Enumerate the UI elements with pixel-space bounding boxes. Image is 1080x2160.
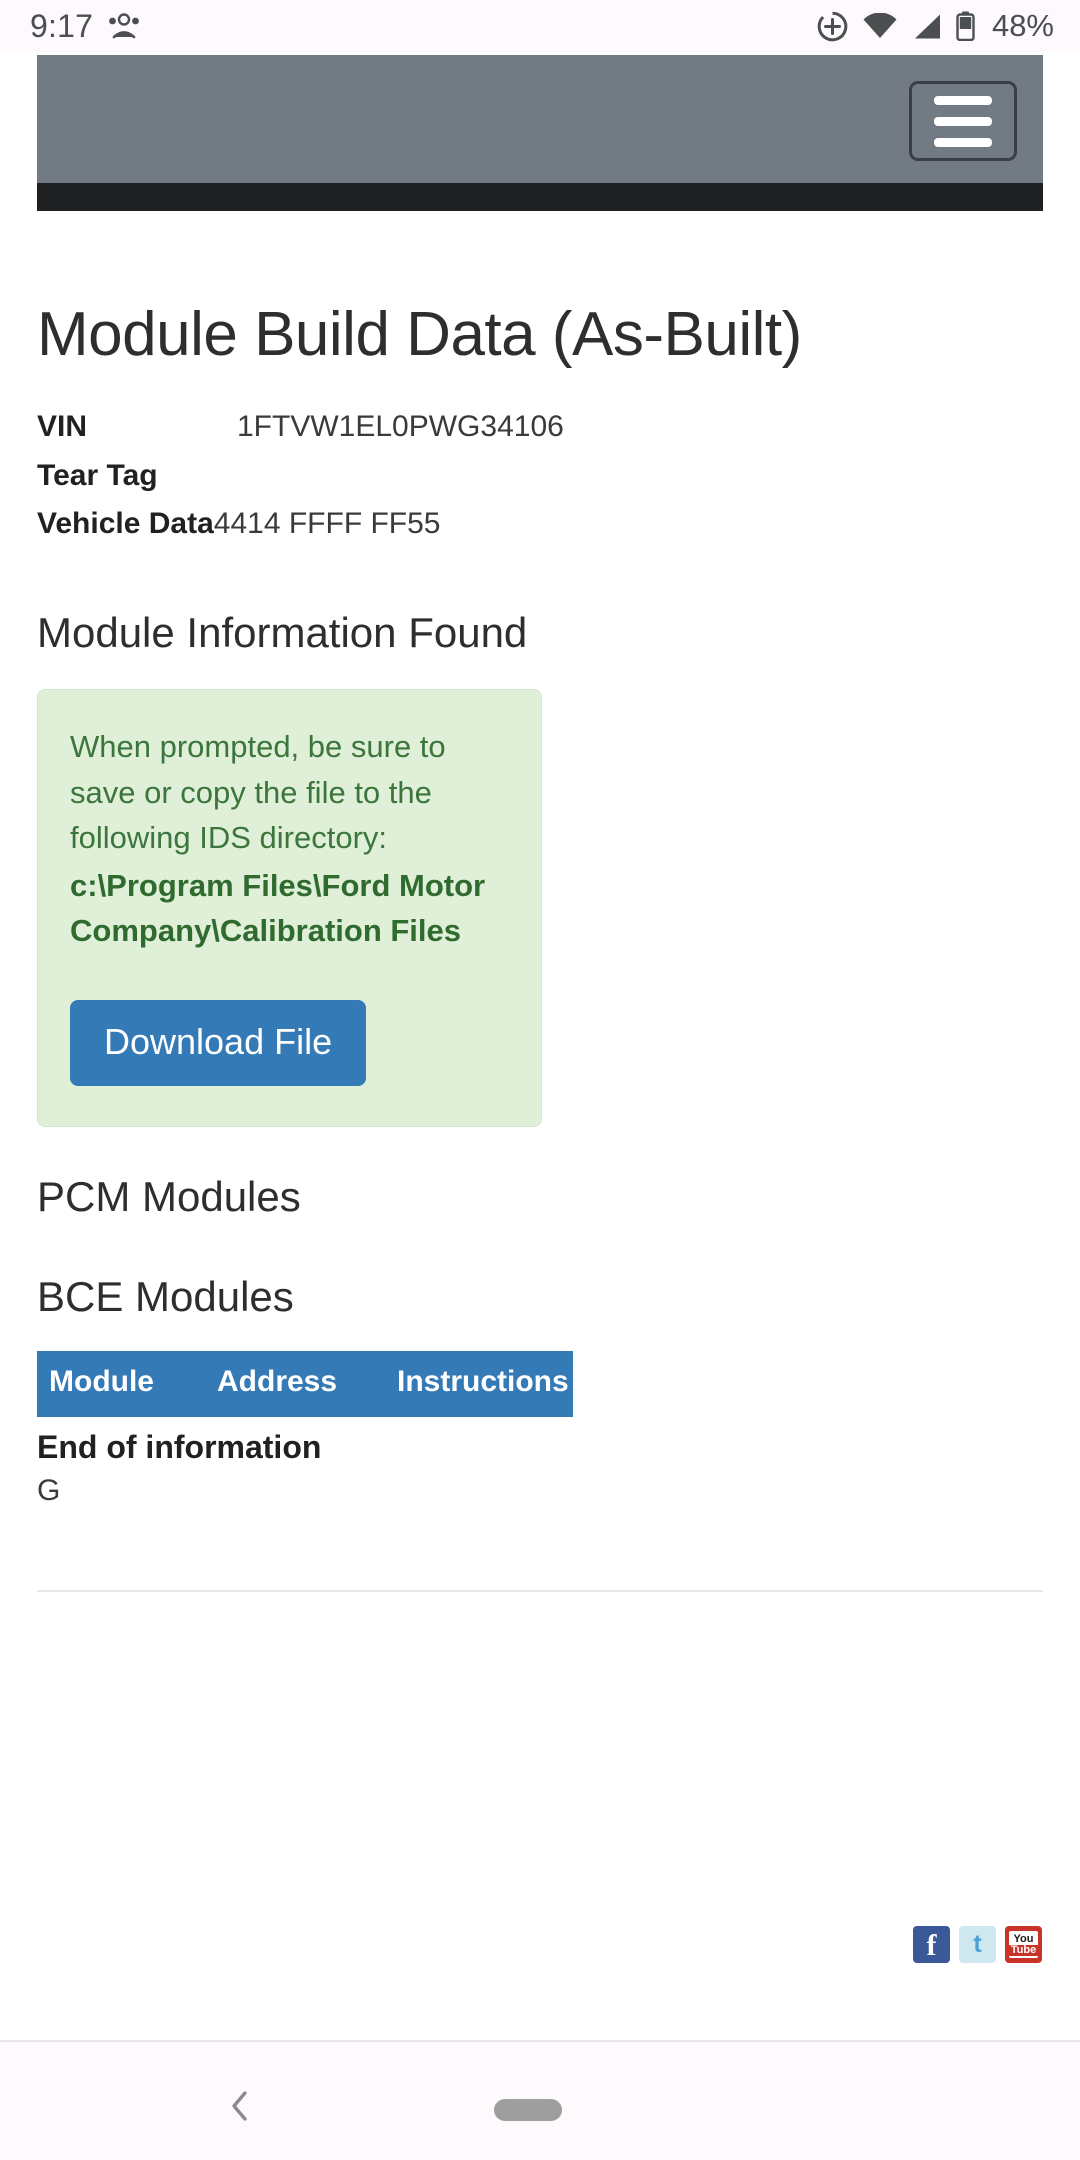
youtube-icon[interactable]: You Tube: [1005, 1926, 1042, 1963]
modules-table: Module Address Instructions: [37, 1350, 573, 1417]
status-bar-left: 9:17: [30, 8, 141, 45]
hamburger-bar-1: [934, 95, 992, 105]
vehicle-info-row-tear-tag: Tear Tag: [37, 452, 1043, 501]
hamburger-bar-3: [934, 137, 992, 147]
download-file-button[interactable]: Download File: [70, 999, 367, 1086]
footer-divider: [37, 1589, 1043, 1592]
phone-screen: 9:17 48% Module Build Data (As-Built) VI…: [0, 0, 1080, 2160]
column-header-instructions[interactable]: Instructions: [397, 1350, 573, 1417]
bce-modules-heading: BCE Modules: [37, 1272, 294, 1320]
battery-icon: [956, 11, 975, 41]
vehicle-info-row-vehicle-data: Vehicle Data 4414 FFFF FF55: [37, 500, 1043, 549]
status-bar: 9:17 48%: [0, 0, 1080, 52]
modules-table-header-row: Module Address Instructions: [37, 1350, 573, 1417]
column-header-module[interactable]: Module: [37, 1350, 217, 1417]
youtube-glyph-top: You: [1013, 1932, 1034, 1945]
alert-message: When prompted, be sure to save or copy t…: [70, 728, 446, 856]
navbar-black-strip: [37, 183, 1043, 211]
twitter-glyph: t: [973, 1930, 982, 1958]
end-of-information-text: End of information: [37, 1428, 322, 1465]
vehicle-data-value: 4414 FFFF FF55: [213, 507, 441, 541]
module-information-heading: Module Information Found: [37, 608, 528, 656]
screen-record-icon: [817, 11, 848, 42]
tear-tag-label: Tear Tag: [37, 458, 158, 492]
twitter-icon[interactable]: t: [959, 1926, 996, 1963]
cellular-signal-icon: [912, 13, 942, 40]
calibration-alert-box: When prompted, be sure to save or copy t…: [37, 688, 542, 1127]
youtube-glyph-wrap: You Tube: [1009, 1931, 1038, 1958]
status-bar-right: 48%: [817, 8, 1054, 44]
hamburger-bar-2: [934, 116, 992, 126]
column-header-address[interactable]: Address: [217, 1350, 397, 1417]
trailing-text: G: [37, 1473, 61, 1507]
page-title: Module Build Data (As-Built): [37, 300, 802, 369]
alert-directory-path: c:\Program Files\Ford Motor Company\Cali…: [70, 867, 486, 949]
people-icon: [107, 13, 141, 39]
pcm-modules-heading: PCM Modules: [37, 1172, 301, 1220]
social-links: f t You Tube: [913, 1926, 1042, 1963]
vehicle-info-row-vin: VIN 1FTVW1EL0PWG34106: [37, 403, 1043, 452]
system-navigation-bar: [0, 2042, 1080, 2160]
vin-value: 1FTVW1EL0PWG34106: [237, 410, 564, 444]
status-time: 9:17: [30, 7, 94, 44]
page-content: Module Build Data (As-Built) VIN 1FTVW1E…: [0, 211, 1080, 1592]
wifi-icon: [862, 12, 898, 40]
battery-percentage: 48%: [991, 8, 1054, 43]
hamburger-menu-button[interactable]: [909, 81, 1017, 161]
youtube-glyph-bottom: Tube: [1009, 1943, 1038, 1956]
vin-label: VIN: [37, 410, 88, 444]
vehicle-data-label: Vehicle Data: [37, 507, 214, 541]
home-indicator[interactable]: [494, 2099, 562, 2121]
modules-table-head: Module Address Instructions: [37, 1350, 573, 1417]
facebook-glyph: f: [926, 1928, 937, 1962]
back-button[interactable]: [220, 2086, 260, 2126]
site-navbar: [37, 55, 1043, 183]
vehicle-info-table: VIN 1FTVW1EL0PWG34106 Tear Tag Vehicle D…: [37, 403, 1043, 549]
facebook-icon[interactable]: f: [913, 1926, 950, 1963]
